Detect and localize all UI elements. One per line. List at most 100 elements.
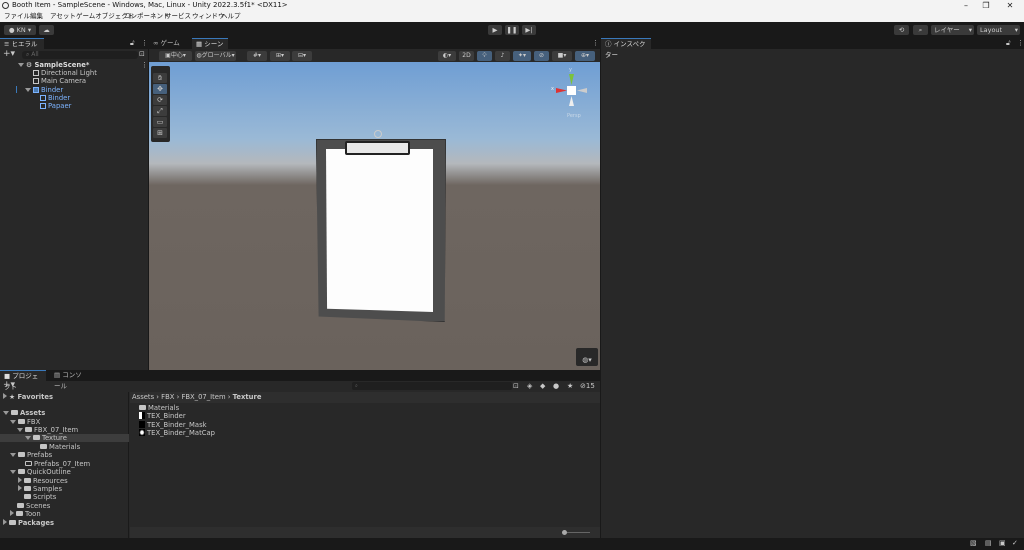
hierarchy-item-papaer[interactable]: Papaer: [40, 102, 71, 110]
tab-scene[interactable]: ▦ シーン: [192, 38, 228, 49]
transform-tool-icon[interactable]: ⊞: [153, 128, 167, 138]
gizmo-y-axis[interactable]: [569, 74, 574, 85]
gizmo-neg-x[interactable]: [577, 88, 587, 93]
breadcrumb-fbx-07-item[interactable]: FBX_07_Item: [181, 393, 225, 401]
hierarchy-item-directional-light[interactable]: Directional Light: [33, 69, 97, 77]
layers-dropdown[interactable]: レイヤー ▾: [931, 25, 974, 35]
step-button[interactable]: ▶|: [522, 25, 536, 35]
tree-materials[interactable]: Materials: [40, 443, 80, 451]
inspector-lock-icon[interactable]: 🔓︎: [1006, 39, 1011, 48]
lighting-toggle-icon[interactable]: 💡︎: [477, 51, 492, 61]
space-dropdown[interactable]: ◍グローバル▾: [195, 51, 236, 61]
camera-settings-icon[interactable]: ■▾: [552, 51, 572, 61]
cloud-icon[interactable]: ☁: [39, 25, 54, 35]
menu-edit[interactable]: 編集: [30, 11, 43, 22]
minimize-button[interactable]: –: [956, 0, 976, 11]
lock-icon[interactable]: 🔓︎: [130, 39, 135, 48]
audio-toggle-icon[interactable]: ♪: [495, 51, 510, 61]
hierarchy-item-binder[interactable]: Binder: [25, 86, 63, 94]
warning-icon[interactable]: ●: [553, 382, 559, 390]
menu-assets[interactable]: アセット: [50, 11, 76, 22]
tab-inspector[interactable]: ⓘ インスペクター: [601, 38, 651, 59]
scene-viewport[interactable]: ✋︎ ✥ ⟳ ⤢ ▭ ⊞ y x Persp ◍▾: [149, 62, 600, 370]
menu-help[interactable]: ヘルプ: [221, 11, 241, 22]
search-icon[interactable]: ⌕: [913, 25, 928, 35]
pivot-dropdown[interactable]: ▣中心▾: [159, 51, 192, 61]
gizmos-toggle-icon[interactable]: ⊕▾: [575, 51, 595, 61]
tab-hierarchy[interactable]: ≡ ヒエラルキー: [0, 38, 44, 59]
camera-overlay-button[interactable]: ◍▾: [576, 348, 598, 366]
tree-samples[interactable]: Samples: [18, 485, 62, 493]
status-ok-icon[interactable]: ✓: [1012, 539, 1018, 547]
more-menu-icon[interactable]: ⋮: [141, 39, 148, 47]
breadcrumb-texture[interactable]: Texture: [233, 393, 262, 401]
layout-dropdown[interactable]: Layout ▾: [977, 25, 1020, 35]
scene-item[interactable]: ⚙ SampleScene*: [18, 61, 89, 69]
favorite-star-icon[interactable]: ★: [567, 382, 573, 390]
hidden-packages-toggle[interactable]: ⊘15: [580, 382, 595, 390]
hand-tool-icon[interactable]: ✋︎: [153, 73, 167, 83]
scene-more-icon[interactable]: ⋮: [592, 39, 599, 47]
tree-packages[interactable]: Packages: [3, 519, 54, 527]
tree-resources[interactable]: Resources: [18, 477, 68, 485]
tab-game[interactable]: ∞ ゲーム: [149, 38, 184, 49]
hierarchy-search-input[interactable]: ⌕ All: [22, 51, 138, 59]
file-materials-folder[interactable]: Materials: [139, 404, 179, 412]
maximize-button[interactable]: ❐: [976, 0, 996, 11]
hierarchy-item-binder-child[interactable]: Binder: [40, 94, 70, 102]
gizmo-neg-y[interactable]: [569, 96, 574, 106]
project-add-button[interactable]: +▾: [3, 380, 15, 390]
auto-generate-lighting-icon[interactable]: ▧: [970, 539, 977, 547]
filter-label-icon[interactable]: ◆: [540, 382, 545, 390]
tab-console[interactable]: ▤ コンソール: [50, 370, 92, 390]
menu-component[interactable]: コンポーネント: [124, 11, 170, 22]
hierarchy-item-main-camera[interactable]: Main Camera: [33, 77, 86, 85]
file-tex-binder-mask[interactable]: TEX_Binder_Mask: [139, 421, 207, 429]
close-button[interactable]: ✕: [1000, 0, 1020, 11]
rotate-tool-icon[interactable]: ⟳: [153, 95, 167, 105]
grid-snap-icon[interactable]: #▾: [247, 51, 267, 61]
project-search-input[interactable]: ⌕: [352, 382, 512, 390]
rect-tool-icon[interactable]: ▭: [153, 117, 167, 127]
projection-label[interactable]: Persp: [567, 113, 581, 119]
add-button[interactable]: +▾: [3, 49, 15, 60]
tree-fbx-07-item[interactable]: FBX_07_Item: [17, 426, 78, 434]
tree-prefabs[interactable]: Prefabs: [10, 451, 52, 459]
move-tool-icon[interactable]: ✥: [153, 84, 167, 94]
tree-favorites[interactable]: ★ Favorites: [3, 393, 53, 401]
effects-toggle-icon[interactable]: ✦▾: [513, 51, 531, 61]
draw-mode-icon[interactable]: ◐▾: [438, 51, 456, 61]
tree-scenes[interactable]: Scenes: [17, 502, 50, 510]
tree-prefabs-07-item[interactable]: Prefabs_07_Item: [25, 460, 90, 468]
inspector-more-icon[interactable]: ⋮: [1017, 39, 1024, 47]
cache-server-icon[interactable]: ▤: [985, 539, 992, 547]
breadcrumb-fbx[interactable]: FBX: [161, 393, 174, 401]
mode-2d-button[interactable]: 2D: [459, 51, 474, 61]
ruler-icon[interactable]: ⊟▾: [292, 51, 312, 61]
play-button[interactable]: ▶: [488, 25, 502, 35]
debug-mode-icon[interactable]: ▣: [999, 539, 1006, 547]
pause-button[interactable]: ❚❚: [505, 25, 519, 35]
file-tex-binder-matcap[interactable]: TEX_Binder_MatCap: [139, 429, 215, 437]
file-tex-binder[interactable]: TEX_Binder: [139, 412, 186, 420]
tree-texture[interactable]: Texture: [25, 434, 67, 442]
tree-assets[interactable]: Assets: [3, 409, 45, 417]
icon-size-slider-handle[interactable]: [562, 530, 567, 535]
scale-tool-icon[interactable]: ⤢: [153, 106, 167, 116]
search-by-type-icon[interactable]: ⊡: [513, 382, 519, 390]
breadcrumb-assets[interactable]: Assets: [132, 393, 154, 401]
menu-services[interactable]: サービス: [165, 11, 191, 22]
tree-quickoutline[interactable]: QuickOutline: [10, 468, 71, 476]
scene-menu-icon[interactable]: ⋮: [141, 61, 148, 69]
history-icon[interactable]: ⟲: [894, 25, 909, 35]
gizmo-x-axis[interactable]: [556, 88, 567, 93]
menu-window[interactable]: ウィンドウ: [192, 11, 225, 22]
menu-file[interactable]: ファイル: [4, 11, 30, 22]
account-button[interactable]: ● KN ▾: [4, 25, 36, 35]
tree-scripts[interactable]: Scripts: [24, 493, 56, 501]
tree-toon[interactable]: Toon: [10, 510, 41, 518]
orientation-gizmo[interactable]: y x Persp: [551, 67, 595, 120]
search-options-icon[interactable]: ⊡: [139, 50, 145, 58]
increment-snap-icon[interactable]: ⊞▾: [270, 51, 290, 61]
search-by-label-icon[interactable]: ◈: [527, 382, 532, 390]
